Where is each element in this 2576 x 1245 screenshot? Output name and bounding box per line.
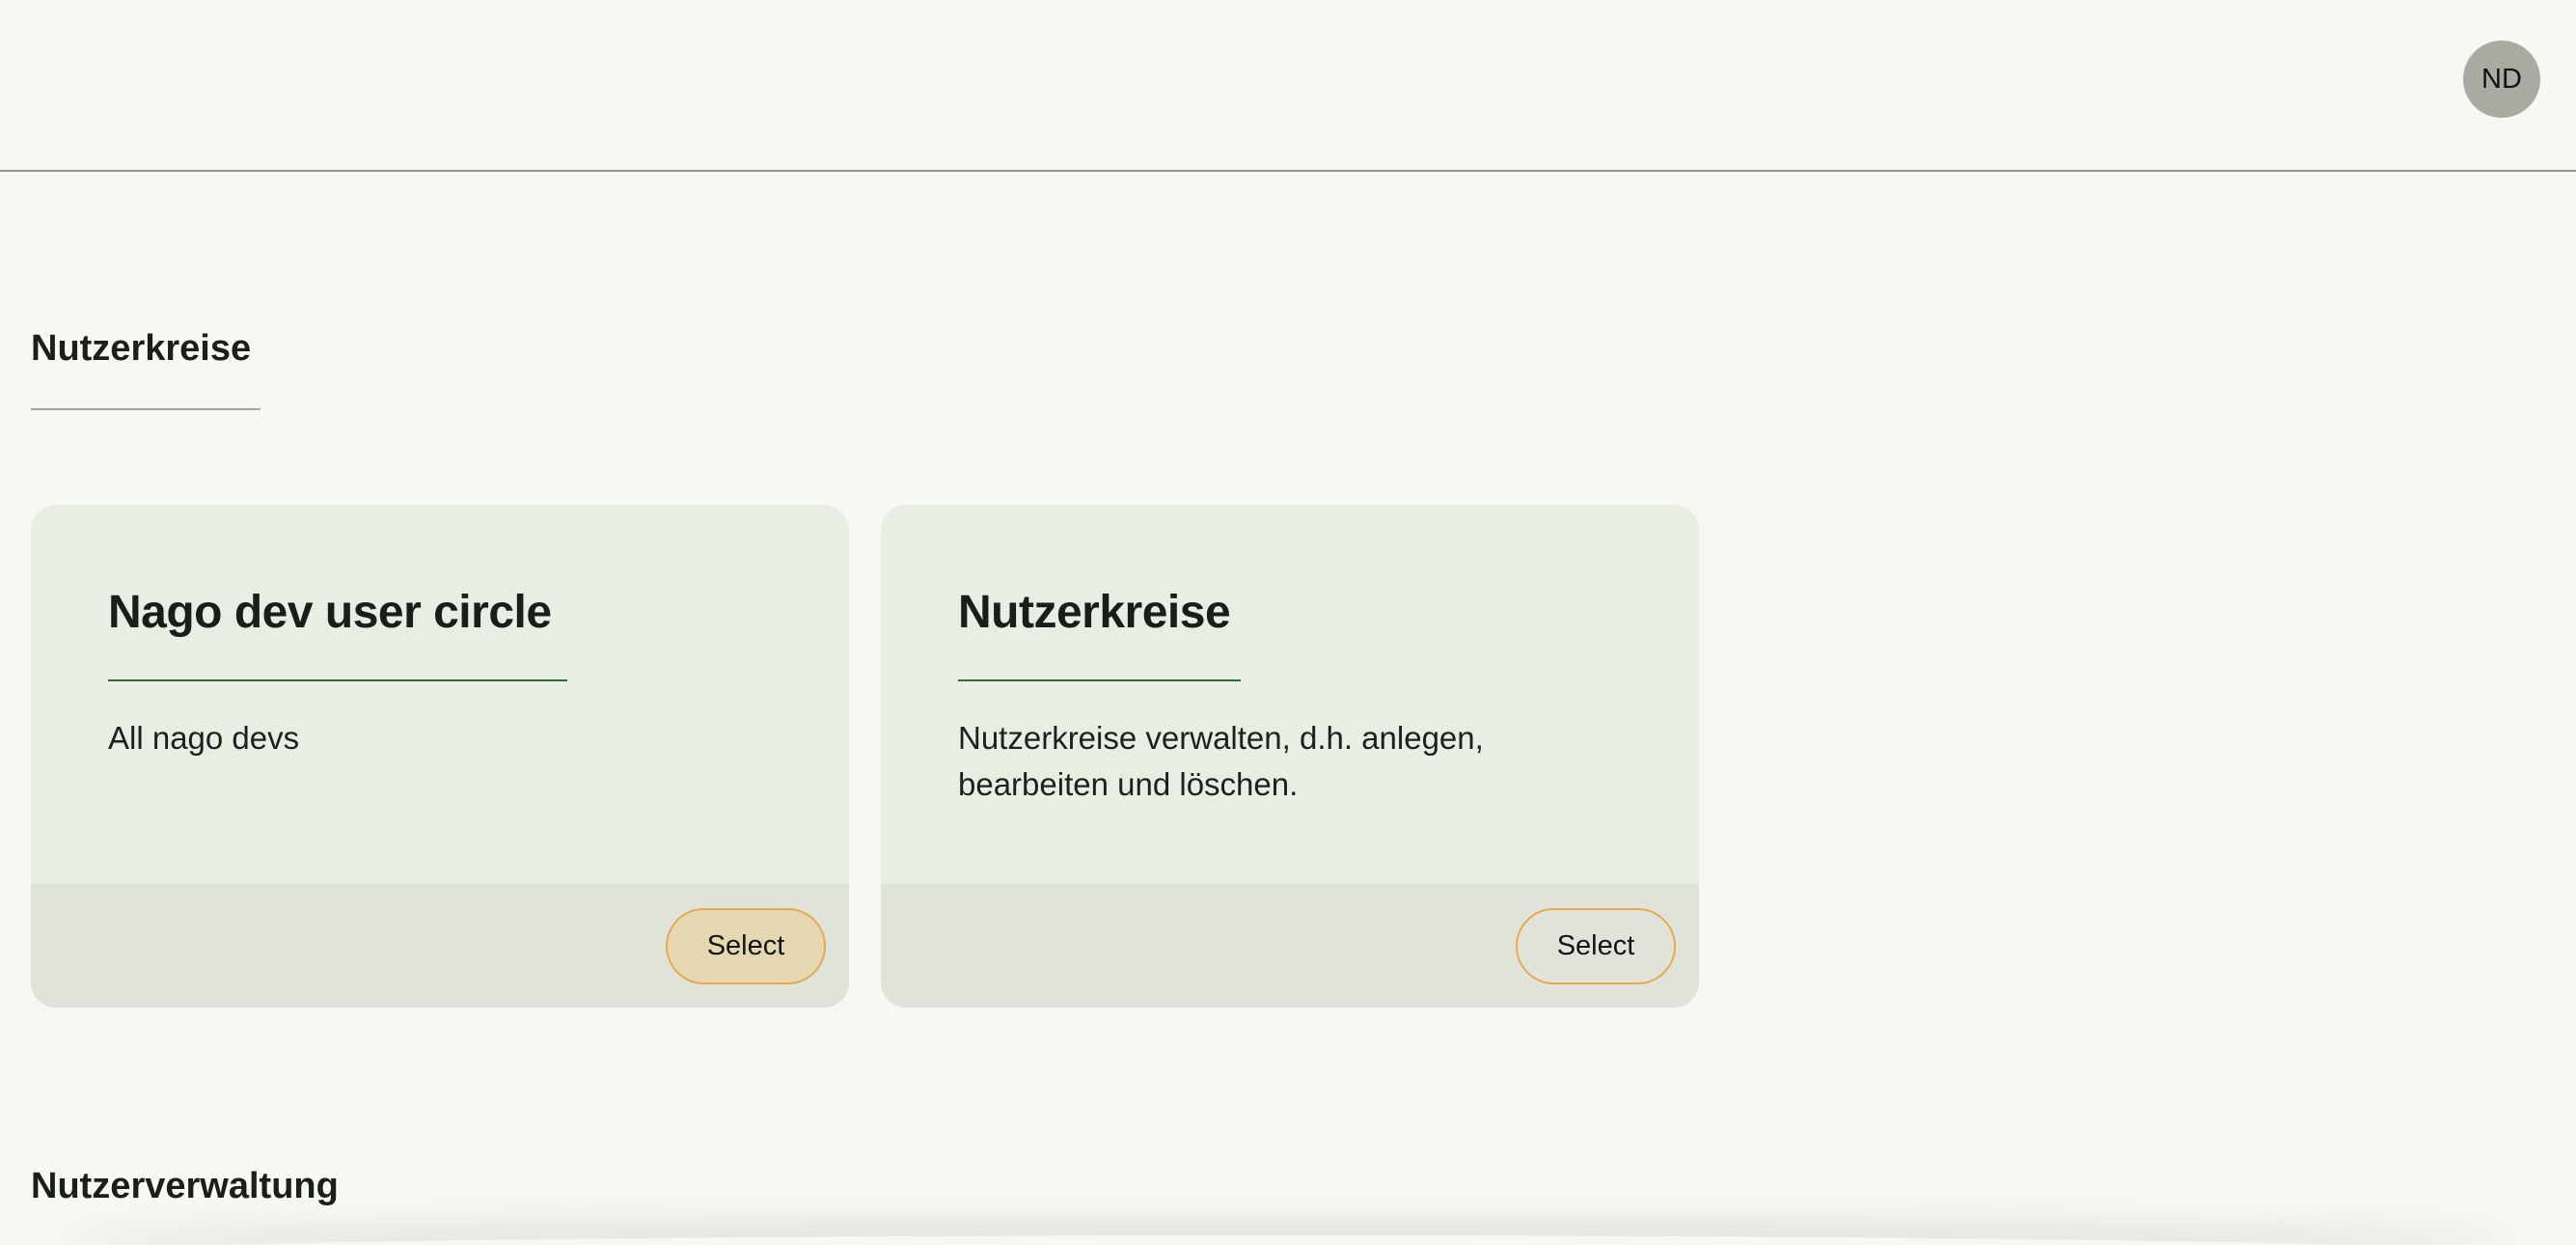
card-description: All nago devs (108, 720, 300, 756)
card-title-underline (958, 679, 1241, 681)
user-avatar[interactable]: ND (2463, 41, 2540, 118)
card-title-underline (108, 679, 567, 681)
select-button[interactable]: Select (1516, 908, 1676, 984)
card-nutzerkreise: Nutzerkreise Nutzerkreise verwalten, d.h… (881, 505, 1699, 1008)
select-button[interactable]: Select (666, 908, 826, 984)
card-footer: Select (881, 884, 1699, 1008)
next-section-card-edge (58, 1235, 2518, 1245)
section-divider (31, 408, 260, 410)
page: ND Nutzerkreise Nago dev user circle All… (0, 0, 2576, 1245)
card-body: Nago dev user circle All nago devs (31, 505, 849, 884)
card-description: Nutzerkreise verwalten, d.h. anlegen, be… (958, 720, 1484, 802)
card-footer: Select (31, 884, 849, 1008)
card-title: Nutzerkreise (958, 587, 1231, 638)
card-title: Nago dev user circle (108, 587, 552, 638)
section-title-nutzerkreise: Nutzerkreise (31, 328, 252, 369)
card-nago-dev-user-circle: Nago dev user circle All nago devs Selec… (31, 505, 849, 1008)
card-body: Nutzerkreise Nutzerkreise verwalten, d.h… (881, 505, 1699, 884)
top-bar: ND (0, 0, 2576, 172)
section-title-nutzerverwaltung: Nutzerverwaltung (31, 1166, 339, 1206)
